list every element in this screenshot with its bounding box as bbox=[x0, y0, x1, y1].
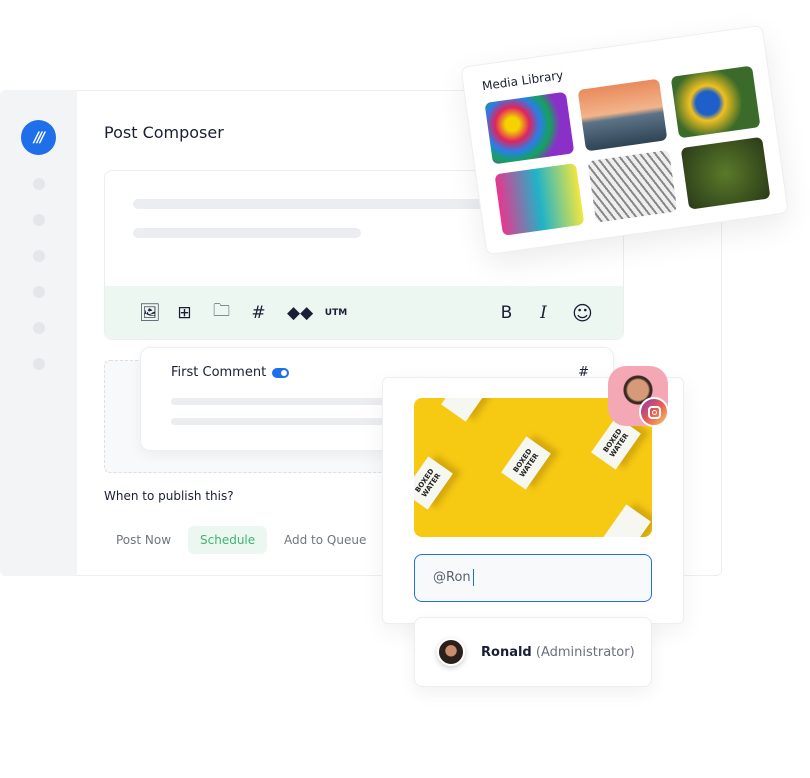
mention-role: (Administrator) bbox=[535, 644, 635, 660]
emoji-icon[interactable]: ☺ bbox=[572, 301, 593, 325]
italic-icon[interactable]: I bbox=[535, 303, 552, 323]
sidebar-item[interactable] bbox=[33, 178, 45, 190]
editor-toolbar: 🖼 ⊞ 🗀 # ◆◆ UTM B I ☺ bbox=[105, 286, 623, 339]
media-thumbnail[interactable] bbox=[484, 91, 575, 165]
sidebar-item[interactable] bbox=[33, 286, 45, 298]
media-thumbnail[interactable] bbox=[494, 163, 585, 236]
hashtag-icon[interactable]: # bbox=[250, 303, 267, 323]
sidebar-item[interactable] bbox=[33, 322, 45, 334]
first-comment-label: First Comment bbox=[171, 365, 267, 380]
text-placeholder bbox=[133, 199, 503, 209]
link-shortener-icon[interactable]: ◆◆ bbox=[287, 303, 313, 323]
sidebar-item[interactable] bbox=[33, 250, 45, 262]
carton: BOXED WATER bbox=[414, 456, 453, 510]
media-thumbnail[interactable] bbox=[577, 78, 668, 152]
publish-question: When to publish this? bbox=[104, 489, 234, 503]
first-comment-header: First Comment bbox=[171, 365, 290, 380]
utm-icon[interactable]: UTM bbox=[324, 308, 348, 318]
carton: BOXED WATER bbox=[501, 436, 551, 490]
comment-input[interactable]: @Ron bbox=[414, 554, 652, 602]
schedule-button[interactable]: Schedule bbox=[188, 526, 268, 554]
mention-name: Ronald bbox=[481, 644, 532, 660]
add-to-queue-button[interactable]: Add to Queue bbox=[272, 526, 378, 554]
bold-icon[interactable]: B bbox=[498, 303, 515, 323]
app-logo[interactable]: /// bbox=[21, 120, 56, 155]
carton bbox=[601, 504, 651, 537]
post-now-button[interactable]: Post Now bbox=[104, 526, 183, 554]
sidebar-item[interactable] bbox=[33, 214, 45, 226]
page-title: Post Composer bbox=[104, 123, 224, 142]
text-caret bbox=[472, 569, 475, 586]
image-add-icon[interactable]: 🖼 bbox=[139, 303, 161, 323]
text-placeholder bbox=[133, 228, 361, 238]
media-thumbnail[interactable] bbox=[680, 136, 771, 210]
media-thumbnail[interactable] bbox=[587, 149, 678, 223]
text-placeholder bbox=[171, 418, 386, 425]
media-library-panel: Media Library bbox=[460, 24, 789, 256]
first-comment-toggle[interactable] bbox=[272, 367, 290, 378]
media-thumbnail[interactable] bbox=[670, 65, 761, 139]
video-add-icon[interactable]: ⊞ bbox=[176, 303, 193, 323]
instagram-icon bbox=[639, 397, 669, 427]
text-placeholder bbox=[171, 398, 386, 405]
comment-input-value: @Ron bbox=[433, 570, 471, 585]
mention-suggestion[interactable]: Ronald (Administrator) bbox=[414, 617, 652, 687]
sidebar-item[interactable] bbox=[33, 358, 45, 370]
carton bbox=[441, 398, 491, 422]
user-avatar bbox=[437, 638, 465, 666]
folder-icon[interactable]: 🗀 bbox=[213, 298, 230, 327]
